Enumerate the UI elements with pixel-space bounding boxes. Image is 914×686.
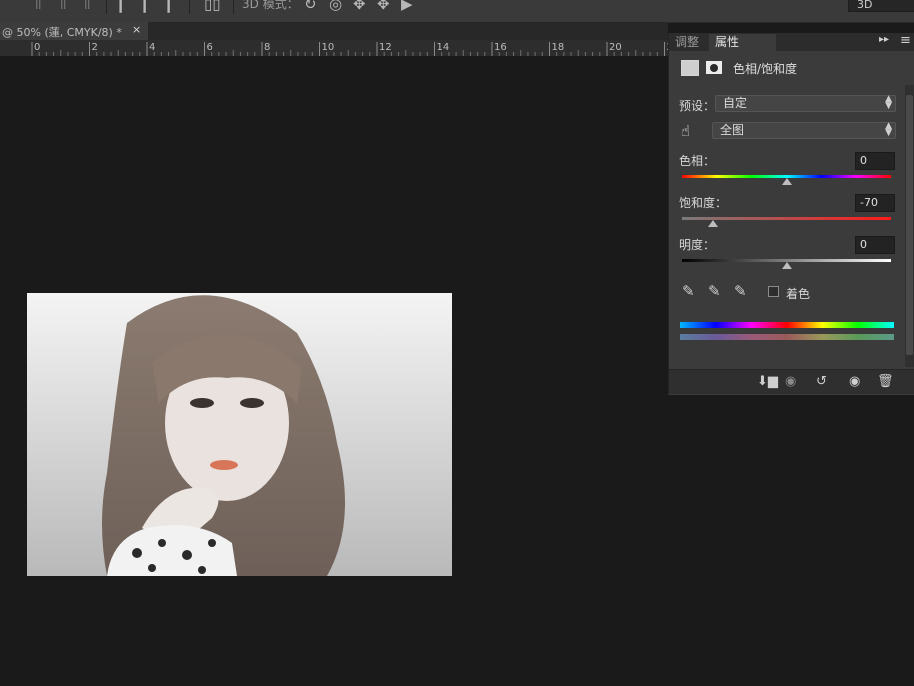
collapse-panel-icon[interactable]: ▸▸ <box>879 34 889 45</box>
distribute-left-icon[interactable]: ┃ <box>116 0 125 14</box>
workspace-select[interactable]: 3D <box>848 0 914 12</box>
saturation-label: 饱和度： <box>679 196 728 210</box>
panel-menu-icon[interactable]: ≡ <box>900 33 911 48</box>
document-tab[interactable]: @ 50% (蓮, CMYK/8) * × <box>0 22 148 40</box>
range-select[interactable]: 全图 ▲ ▼ <box>712 122 896 139</box>
preset-value: 自定 <box>723 96 748 110</box>
tab-properties[interactable]: 属性 <box>709 34 776 51</box>
lightness-input[interactable]: 0 <box>855 236 895 254</box>
colorize-checkbox[interactable] <box>768 286 779 297</box>
document-tab-label: @ 50% (蓮, CMYK/8) * <box>2 26 122 39</box>
tab-adjustments[interactable]: 调整 <box>669 34 705 51</box>
preset-label: 预设： <box>679 99 716 113</box>
toolbar-separator <box>189 0 190 14</box>
options-bar: ⫪ ⫪ ⫪ ┃ ┃ ┃ ▯▯ 3D 模式： ↻ ◎ ✥ ✥ ▶ 3D <box>0 0 914 23</box>
ruler-label: 10 <box>322 42 335 53</box>
preset-select[interactable]: 自定 ▲ ▼ <box>715 95 896 112</box>
align-bottom-edges-icon[interactable]: ⫪ <box>83 0 91 14</box>
range-value: 全图 <box>720 123 745 137</box>
pan-3d-icon[interactable]: ✥ <box>353 0 366 14</box>
lightness-slider-thumb[interactable] <box>781 262 792 269</box>
ruler-label: 14 <box>437 42 450 53</box>
ruler-label: 2 <box>92 42 98 53</box>
distribute-horizontal-icon[interactable]: ┃ <box>140 0 149 14</box>
visibility-eye-icon[interactable]: ◉ <box>849 374 860 389</box>
panel-bottom-bar: ⬇▆ ◉ ↺ ◉ 🗑 <box>669 369 914 394</box>
rotate-3d-icon[interactable]: ↻ <box>304 0 317 14</box>
align-vertical-centers-icon[interactable]: ⫪ <box>59 0 67 14</box>
hue-slider-thumb[interactable] <box>781 178 792 185</box>
ruler-label: 12 <box>379 42 392 53</box>
document-tab-bar: @ 50% (蓮, CMYK/8) * × <box>0 22 668 40</box>
clip-to-layer-icon[interactable]: ⬇▆ <box>757 374 778 389</box>
colorize-label: 着色 <box>786 287 811 301</box>
chevron-updown-icon: ▲ ▼ <box>885 94 892 111</box>
properties-panel: 调整 属性 ▸▸ ≡ 色相/饱和度 预设： 自定 ▲ ▼ ☝ 全图 ▲ ▼ 色相： … <box>668 33 914 395</box>
toolbar-separator <box>106 0 107 14</box>
layer-mask-icon[interactable] <box>706 61 722 74</box>
ruler-label: 4 <box>149 42 155 53</box>
view-previous-state-icon[interactable]: ◉ <box>785 374 796 389</box>
adjustment-layer-icon[interactable] <box>681 60 699 76</box>
reset-icon[interactable]: ↺ <box>816 374 827 389</box>
align-top-edges-icon[interactable]: ⫪ <box>34 0 42 14</box>
saturation-slider-thumb[interactable] <box>708 220 719 227</box>
scrollbar-thumb[interactable] <box>906 95 913 355</box>
adjustment-title: 色相/饱和度 <box>733 62 798 76</box>
roll-3d-icon[interactable]: ◎ <box>329 0 342 14</box>
delete-trash-icon[interactable]: 🗑 <box>877 374 894 389</box>
eyedropper-subtract-icon[interactable]: ✎ <box>734 282 747 300</box>
canvas-photo <box>27 293 452 576</box>
saturation-input[interactable]: -70 <box>855 194 895 212</box>
ruler-label: 8 <box>264 42 270 53</box>
ruler-ticks: 0246810121416182022 <box>31 42 668 56</box>
targeted-adjustment-hand-icon[interactable]: ☝ <box>681 122 690 140</box>
lightness-label: 明度： <box>679 238 716 252</box>
slide-3d-icon[interactable]: ✥ <box>377 0 390 14</box>
color-bar-output <box>680 334 894 340</box>
hue-input[interactable]: 0 <box>855 152 895 170</box>
eyedropper-add-icon[interactable]: ✎ <box>708 282 721 300</box>
eyedropper-icon[interactable]: ✎ <box>682 282 695 300</box>
color-bar-input <box>680 322 894 328</box>
toolbar-separator <box>233 0 234 14</box>
distribute-right-icon[interactable]: ┃ <box>164 0 173 14</box>
auto-align-icon[interactable]: ▯▯ <box>204 0 221 14</box>
ruler-label: 18 <box>552 42 565 53</box>
panel-tab-bar: 调整 属性 ▸▸ ≡ <box>669 33 914 51</box>
horizontal-ruler: 0246810121416182022 <box>0 40 668 57</box>
3d-mode-label: 3D 模式： <box>242 0 299 11</box>
scale-3d-icon[interactable]: ▶ <box>401 0 413 14</box>
chevron-updown-icon: ▲ ▼ <box>885 121 892 138</box>
ruler-label: 0 <box>34 42 40 53</box>
ruler-label: 20 <box>609 42 622 53</box>
panel-scrollbar[interactable] <box>905 85 914 367</box>
close-icon[interactable]: × <box>132 23 141 36</box>
ruler-label: 6 <box>207 42 213 53</box>
ruler-label: 16 <box>494 42 507 53</box>
hue-label: 色相： <box>679 154 716 168</box>
